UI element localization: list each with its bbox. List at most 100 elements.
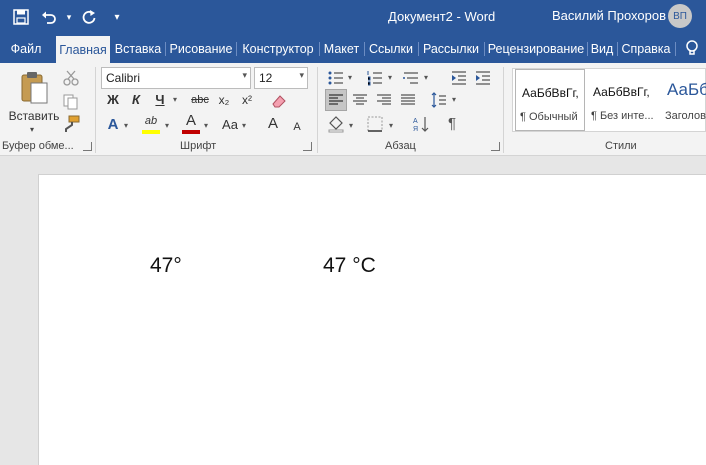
tab-file[interactable]: Файл [0,34,52,63]
style-name: Заголов [665,110,706,122]
highlight-color-bar [142,130,160,134]
tab-mailings[interactable]: Рассылки [420,34,482,63]
style-normal[interactable]: АаБбВвГг, ¶ Обычный [515,69,585,131]
title-bar: ▾ ▾ Документ2 - Word Василий Прохоров ВП [0,0,706,34]
numbered-list-icon [367,71,382,86]
highlight-dropdown[interactable]: ▾ [165,121,169,130]
line-spacing-dropdown[interactable]: ▾ [452,95,456,104]
font-color-dropdown[interactable]: ▾ [204,121,208,130]
tell-me-button[interactable] [682,38,702,58]
font-size-value: 12 [259,71,273,85]
format-painter-button[interactable] [62,115,80,133]
tab-references[interactable]: Ссылки [366,34,416,63]
tab-home[interactable]: Главная [56,36,110,63]
highlight-button[interactable]: ab [141,112,161,134]
avatar[interactable]: ВП [668,4,692,28]
tab-draw[interactable]: Рисование [167,34,235,63]
cut-button[interactable] [62,69,80,87]
font-name-combo[interactable]: Calibri ▾ [101,67,251,89]
chevron-down-icon: ▾ [299,70,304,80]
underline-button[interactable]: Ч [151,91,169,109]
redo-button[interactable] [76,5,102,29]
paragraph-group-label: Абзац [385,140,416,152]
superscript-button[interactable]: x² [238,91,256,109]
tab-view[interactable]: Вид [588,34,616,63]
show-formatting-marks-button[interactable]: ¶ [443,115,461,133]
tab-divider [236,42,237,56]
increase-indent-button[interactable] [474,69,492,87]
paragraph-dialog-launcher[interactable] [491,142,500,151]
svg-text:Я: Я [413,126,418,133]
font-size-combo[interactable]: 12 ▾ [254,67,308,89]
redo-icon [82,10,96,24]
numbering-button[interactable] [366,69,384,87]
chevron-down-icon: ▾ [30,125,35,134]
bold-button[interactable]: Ж [104,91,122,109]
font-color-button[interactable]: A [181,112,201,134]
multilevel-list-button[interactable] [402,69,420,87]
text-effects-dropdown[interactable]: ▾ [124,121,128,130]
sort-icon: AЯ [413,117,429,133]
tab-design[interactable]: Конструктор [238,34,318,63]
lightbulb-icon [686,40,698,55]
underline-dropdown[interactable]: ▾ [173,95,177,104]
ribbon: Вставить ▾ Буфер обме... Calibri ▾ 12 ▾ … [0,63,706,156]
document-text[interactable]: 47 °C [323,254,376,278]
justify-button[interactable] [399,91,417,109]
undo-dropdown[interactable]: ▾ [64,5,74,29]
style-sample: АаБб [667,80,706,99]
style-sample: АаБбВвГг, [593,85,650,99]
align-left-button[interactable] [325,89,347,111]
strikethrough-button[interactable]: abc [189,91,211,109]
line-spacing-button[interactable] [430,91,448,109]
shading-dropdown[interactable]: ▾ [349,121,353,130]
align-center-button[interactable] [351,91,369,109]
multilevel-list-dropdown[interactable]: ▾ [424,73,428,82]
copy-icon [63,94,78,110]
change-case-button[interactable]: Aa [220,116,240,134]
font-dialog-launcher[interactable] [303,142,312,151]
shrink-font-button[interactable]: A [288,118,306,136]
chevron-down-icon: ▾ [242,70,247,80]
bullets-button[interactable] [327,69,345,87]
tab-divider [484,42,485,56]
numbering-dropdown[interactable]: ▾ [388,73,392,82]
tab-review[interactable]: Рецензирование [486,34,586,63]
italic-button[interactable]: К [127,91,145,109]
copy-button[interactable] [62,93,80,111]
document-page[interactable]: 47° 47 °C [38,174,706,465]
align-right-button[interactable] [375,91,393,109]
font-color-icon: A [185,112,196,129]
tab-layout[interactable]: Макет [320,34,363,63]
tab-divider [165,42,166,56]
undo-button[interactable] [36,5,62,29]
shading-button[interactable] [327,115,345,133]
tab-help[interactable]: Справка [619,34,673,63]
decrease-indent-button[interactable] [450,69,468,87]
change-case-dropdown[interactable]: ▾ [242,121,246,130]
borders-button[interactable] [366,115,384,133]
text-effects-button[interactable]: A [104,116,122,134]
bullet-list-icon [328,71,343,85]
group-divider [503,67,504,153]
styles-gallery: АаБбВвГг, ¶ Обычный АаБбВвГг, ¶ Без инте… [512,68,706,132]
paste-button[interactable]: Вставить ▾ [6,69,62,135]
document-text[interactable]: 47° [150,254,182,278]
grow-font-button[interactable]: A [264,115,282,133]
style-no-spacing[interactable]: АаБбВвГг, ¶ Без инте... [587,69,659,131]
group-divider [317,67,318,153]
clear-formatting-button[interactable] [270,92,288,110]
align-right-icon [377,94,391,105]
tab-insert[interactable]: Вставка [113,34,163,63]
borders-dropdown[interactable]: ▾ [389,121,393,130]
clipboard-dialog-launcher[interactable] [83,142,92,151]
user-name[interactable]: Василий Прохоров [552,8,666,23]
subscript-button[interactable]: x₂ [215,91,233,109]
style-heading[interactable]: АаБб Заголов [661,69,706,131]
bullets-dropdown[interactable]: ▾ [348,73,352,82]
align-center-icon [353,94,367,105]
line-spacing-icon [431,92,446,108]
customize-qat-button[interactable]: ▾ [104,5,130,29]
sort-button[interactable]: AЯ [412,115,430,133]
save-button[interactable] [8,5,34,29]
